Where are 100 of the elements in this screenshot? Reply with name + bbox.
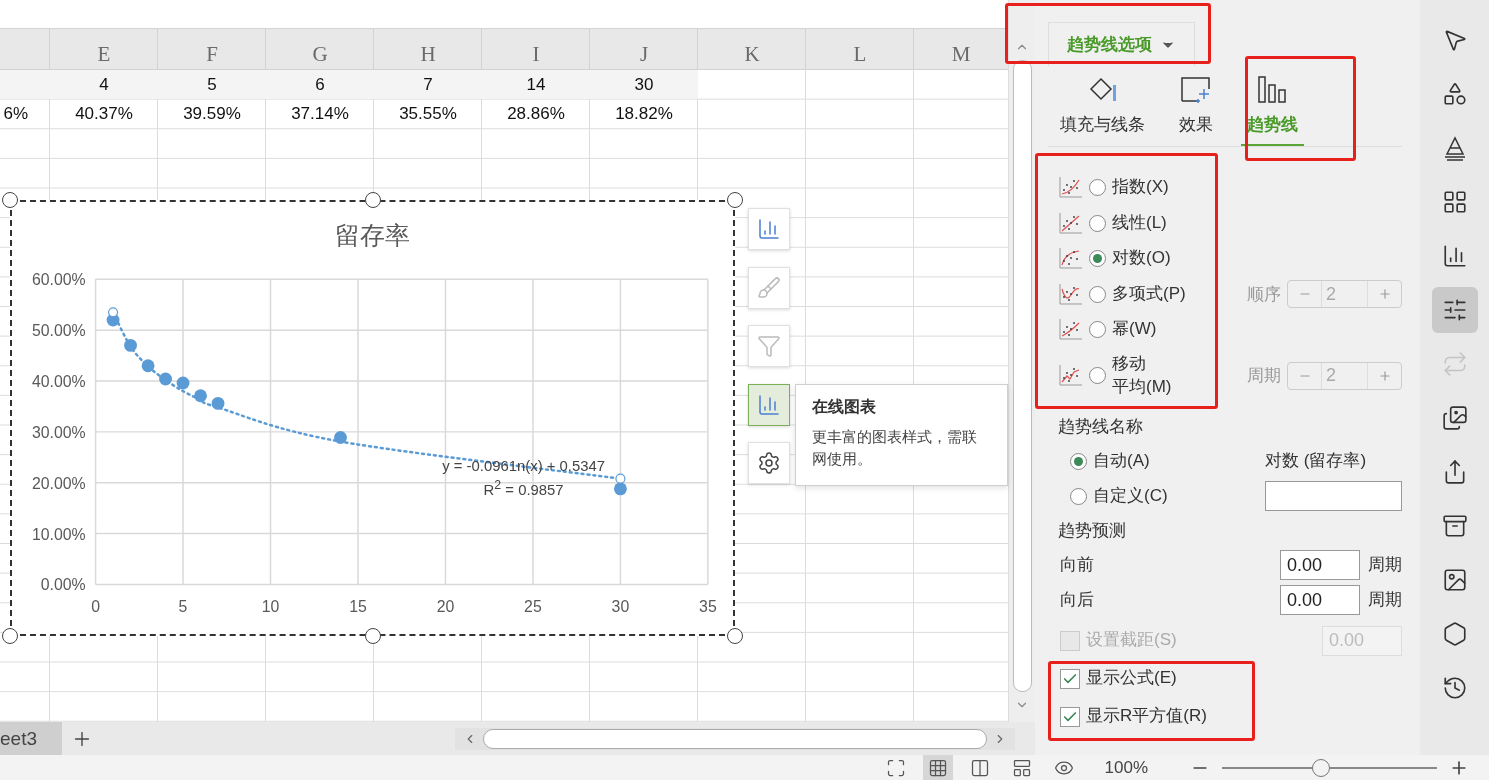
fullscreen-icon [885, 757, 906, 778]
input-field[interactable] [1265, 481, 1402, 511]
bar-chart-icon [1441, 243, 1468, 269]
tab[interactable]: 填充与线条 [1054, 66, 1151, 146]
horizontal-scrollbar[interactable] [455, 727, 1015, 750]
radio-button[interactable] [1089, 214, 1106, 232]
tooltip-title: 在线图表 [812, 397, 877, 417]
bar-chart-icon [1256, 75, 1289, 105]
radio-label[interactable]: 自动(A) [1093, 449, 1150, 473]
x-tick-label: 5 [178, 598, 188, 616]
hexagon-icon [1441, 621, 1468, 647]
trendline-name: 对数 (留存率) [1265, 449, 1368, 472]
field-label: 向前 [1060, 553, 1094, 576]
column-header[interactable]: F [206, 42, 218, 68]
slider-thumb[interactable] [1311, 758, 1330, 777]
x-tick-label: 20 [436, 598, 455, 616]
swap-icon [1441, 351, 1468, 377]
sparkle-square-icon [1180, 75, 1212, 105]
checkbox-label[interactable]: 显示R平方值(R) [1086, 705, 1207, 728]
column-header[interactable]: L [853, 42, 867, 68]
table-cell: 6 [315, 74, 325, 95]
images-icon [1441, 405, 1468, 431]
table-cell: 37.14% [291, 104, 349, 125]
radio-label[interactable]: 指数(X) [1112, 176, 1169, 200]
grid-icon [927, 757, 948, 778]
section-heading: 趋势线名称 [1057, 416, 1144, 438]
unit-label: 周期 [1368, 553, 1402, 576]
table-cell: 5 [207, 74, 217, 95]
settings-icon [757, 451, 781, 475]
settings-sliders-icon [1441, 297, 1468, 323]
tooltip-text: 更丰富的图表样式，需联网使用。 [812, 427, 978, 469]
checkbox[interactable] [1060, 706, 1080, 727]
checkbox[interactable] [1060, 668, 1080, 689]
tab[interactable]: 效果 [1173, 66, 1219, 146]
radio-button[interactable] [1089, 179, 1106, 197]
x-tick-label: 25 [524, 598, 542, 616]
column-header[interactable]: M [951, 42, 971, 68]
stepper-label: 顺序 [1247, 283, 1281, 306]
x-tick-label: 10 [261, 598, 280, 616]
sheet-tab[interactable]: eet3 [0, 722, 62, 755]
radio-label[interactable]: 自定义(C) [1093, 484, 1168, 508]
x-tick-label: 15 [349, 598, 367, 616]
radio-button[interactable] [1089, 367, 1106, 384]
filter-icon [757, 334, 781, 358]
table-cell: 18.82% [615, 104, 673, 125]
radio-button[interactable] [1070, 487, 1087, 505]
y-tick-label: 20.00% [31, 474, 86, 492]
scroll-thumb[interactable] [483, 728, 987, 749]
column-header[interactable]: E [97, 42, 111, 68]
table-cell: 4 [99, 74, 109, 95]
radio-button[interactable] [1089, 250, 1106, 268]
table-cell: 40.37% [75, 104, 133, 125]
table-cell: 14 [526, 74, 546, 95]
y-tick-label: 10.00% [31, 525, 86, 543]
checkbox-label[interactable]: 显示公式(E) [1086, 667, 1177, 690]
table-cell: 28.86% [507, 104, 565, 125]
trend-type-icon [1058, 211, 1083, 235]
x-tick-label: 35 [699, 598, 717, 616]
column-header[interactable]: K [744, 42, 760, 68]
shapes-icon [1441, 81, 1468, 107]
radio-button[interactable] [1089, 321, 1106, 339]
y-tick-label: 40.00% [31, 372, 86, 390]
zoom-level[interactable]: 100% [1104, 757, 1148, 778]
scroll-thumb[interactable] [1012, 60, 1032, 692]
table-cell: 30 [634, 74, 654, 95]
view-button[interactable] [922, 755, 953, 780]
column-header[interactable]: H [420, 42, 436, 68]
table-cell: 39.59% [183, 104, 241, 125]
grid-icon [1441, 189, 1468, 215]
x-tick-label: 0 [91, 598, 100, 616]
vertical-scrollbar[interactable] [1008, 0, 1035, 722]
history-icon [1441, 675, 1468, 701]
trend-type-icon [1058, 247, 1083, 271]
section-heading: 趋势预测 [1057, 520, 1127, 542]
table-cell: 7 [423, 74, 433, 95]
y-tick-label: 60.00% [31, 271, 86, 289]
radio-label[interactable]: 对数(O) [1112, 247, 1171, 271]
y-tick-label: 50.00% [31, 322, 86, 340]
radio-label[interactable]: 移动平均(M) [1112, 352, 1172, 399]
input-field[interactable]: 0.00 [1280, 550, 1360, 580]
page-layout-icon [969, 757, 990, 778]
image-icon [1441, 567, 1468, 593]
column-header[interactable]: G [312, 42, 328, 68]
radio-label[interactable]: 幂(W) [1112, 318, 1157, 342]
column-header[interactable]: J [639, 42, 649, 68]
trend-type-icon [1058, 282, 1083, 306]
column-header[interactable]: I [532, 42, 540, 68]
radio-label[interactable]: 线性(L) [1112, 211, 1167, 235]
input-field[interactable]: 0.00 [1280, 585, 1360, 615]
table-cell: 6% [3, 104, 28, 125]
trendline-label: R$^{2}$ = 0.9857 [483, 478, 564, 499]
page-break-icon [1011, 757, 1032, 778]
radio-button[interactable] [1070, 452, 1087, 470]
trend-type-icon [1058, 364, 1083, 387]
x-tick-label: 30 [611, 598, 630, 616]
radio-button[interactable] [1089, 285, 1106, 303]
radio-label[interactable]: 多项式(P) [1112, 282, 1186, 306]
table-cell: 35.55% [399, 104, 457, 125]
y-tick-label: 30.00% [31, 423, 86, 441]
toolbar-button[interactable] [1431, 287, 1478, 333]
